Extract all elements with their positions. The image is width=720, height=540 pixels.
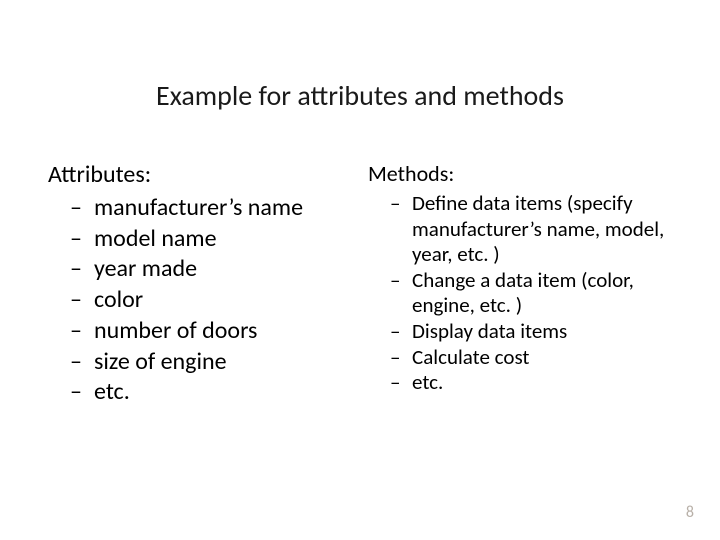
- slide: Example for attributes and methods Attri…: [0, 0, 720, 540]
- methods-heading: Methods:: [368, 160, 672, 187]
- list-item: Change a data item (color, engine, etc. …: [396, 268, 672, 319]
- list-item: year made: [76, 254, 352, 285]
- list-item: size of engine: [76, 347, 352, 378]
- list-item: Display data items: [396, 319, 672, 345]
- list-item: etc.: [76, 377, 352, 408]
- list-item: model name: [76, 224, 352, 255]
- content-columns: Attributes: manufacturer’s name model na…: [48, 160, 672, 408]
- attributes-heading: Attributes:: [48, 160, 352, 189]
- page-number: 8: [686, 503, 694, 522]
- list-item: color: [76, 285, 352, 316]
- methods-list: Define data items (specify manufacturer’…: [368, 191, 672, 396]
- list-item: number of doors: [76, 316, 352, 347]
- attributes-list: manufacturer’s name model name year made…: [48, 193, 352, 408]
- list-item: etc.: [396, 370, 672, 396]
- attributes-column: Attributes: manufacturer’s name model na…: [48, 160, 352, 408]
- list-item: Calculate cost: [396, 345, 672, 371]
- list-item: manufacturer’s name: [76, 193, 352, 224]
- methods-column: Methods: Define data items (specify manu…: [368, 160, 672, 408]
- slide-title: Example for attributes and methods: [0, 78, 720, 113]
- list-item: Define data items (specify manufacturer’…: [396, 191, 672, 268]
